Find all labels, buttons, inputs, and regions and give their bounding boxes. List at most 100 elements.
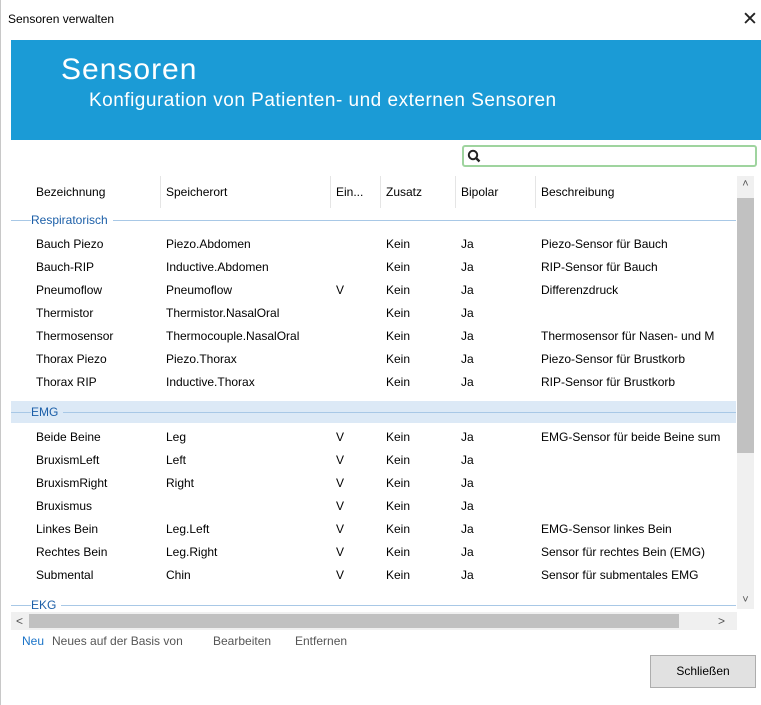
table-row[interactable]: Rechtes Bein Leg.Right V Kein Ja Sensor für r… <box>11 541 736 564</box>
group-label: EMG <box>31 405 64 419</box>
header-col-bipolar[interactable]: Bipolar <box>456 176 536 208</box>
cell-description: EMG-Sensor linkes Bein <box>541 522 672 536</box>
close-button[interactable]: Schließen <box>650 655 756 688</box>
cell-location: Leg.Left <box>166 522 210 536</box>
cell-extra: Kein <box>386 260 411 274</box>
table-row[interactable]: Thermistor Thermistor.NasalOral Kein Ja <box>11 302 736 325</box>
cell-name: Pneumoflow <box>36 283 103 297</box>
vertical-scrollbar[interactable]: ˄ ˅ <box>737 176 754 609</box>
horizontal-scroll-thumb[interactable] <box>29 614 679 628</box>
cell-description: Sensor für rechtes Bein (EMG) <box>541 545 706 559</box>
cell-bipolar: Ja <box>461 283 474 297</box>
cell-bipolar: Ja <box>461 352 474 366</box>
cell-extra: Kein <box>386 352 411 366</box>
group-divider <box>11 605 736 606</box>
sensor-manager-window: Sensoren verwalten ✕ Sensoren Konfigurat… <box>0 0 761 705</box>
cell-bipolar: Ja <box>461 306 474 320</box>
cell-description: Thermosensor für Nasen- und M <box>541 329 715 343</box>
cell-enabled: V <box>336 522 345 536</box>
cell-name: Bauch Piezo <box>36 237 104 251</box>
table-row[interactable]: Bruxismus V Kein Ja <box>11 495 736 518</box>
sensor-list[interactable]: Bezeichnung Speicherort Ein... Zusatz Bipola… <box>11 176 752 629</box>
table-row[interactable]: Thorax RIP Inductive.Thorax Kein Ja RIP-Sens… <box>11 371 736 394</box>
new-based-on-link[interactable]: Neues auf der Basis von <box>52 634 183 648</box>
close-icon[interactable]: ✕ <box>738 8 761 32</box>
cell-description: Piezo-Sensor für Bauch <box>541 237 668 251</box>
cell-location: Left <box>166 453 187 467</box>
banner-title: Sensoren <box>61 53 198 86</box>
cell-description: Differenzdruck <box>541 283 619 297</box>
cell-enabled: V <box>336 476 345 490</box>
cell-description: RIP-Sensor für Brustkorb <box>541 375 676 389</box>
cell-enabled: V <box>336 283 345 297</box>
cell-bipolar: Ja <box>461 237 474 251</box>
cell-name: Bauch-RIP <box>36 260 95 274</box>
cell-location: Pneumoflow <box>166 283 233 297</box>
cell-extra: Kein <box>386 306 411 320</box>
cell-name: BruxismRight <box>36 476 108 490</box>
group-label: EKG <box>31 598 62 612</box>
window-title: Sensoren verwalten <box>8 12 115 26</box>
new-link[interactable]: Neu <box>22 634 44 648</box>
cell-extra: Kein <box>386 237 411 251</box>
cell-extra: Kein <box>386 430 411 444</box>
cell-extra: Kein <box>386 329 411 343</box>
header-col-enabled[interactable]: Ein... <box>331 176 381 208</box>
table-row[interactable]: Linkes Bein Leg.Left V Kein Ja EMG-Sensor lin… <box>11 518 736 541</box>
table-row[interactable]: Pneumoflow Pneumoflow V Kein Ja Differenzdruc… <box>11 279 736 302</box>
table-row[interactable]: Bauch Piezo Piezo.Abdomen Kein Ja Piezo-Sens… <box>11 233 736 256</box>
table-row[interactable]: Thermosensor Thermocouple.NasalOral Kein Ja… <box>11 325 736 348</box>
scroll-up-icon[interactable]: ˄ <box>737 176 754 193</box>
cell-enabled: V <box>336 430 345 444</box>
cell-location: Piezo.Thorax <box>166 352 237 366</box>
cell-extra: Kein <box>386 375 411 389</box>
header-col-extra[interactable]: Zusatz <box>381 176 456 208</box>
group-header[interactable]: Respiratorisch <box>11 209 736 231</box>
table-row[interactable]: Thorax Piezo Piezo.Thorax Kein Ja Piezo-Sens… <box>11 348 736 371</box>
table-row[interactable]: BruxismRight Right V Kein Ja <box>11 472 736 495</box>
cell-extra: Kein <box>386 522 411 536</box>
cell-name: Submental <box>36 568 94 582</box>
cell-description: EMG-Sensor für beide Beine sum <box>541 430 721 444</box>
group-header[interactable]: EMG <box>11 401 736 423</box>
table-row[interactable]: BruxismLeft Left V Kein Ja <box>11 449 736 472</box>
cell-name: Linkes Bein <box>36 522 99 536</box>
vertical-scroll-thumb[interactable] <box>737 198 754 453</box>
banner-subtitle: Konfiguration von Patienten- und externe… <box>89 90 557 111</box>
edit-link[interactable]: Bearbeiten <box>213 634 271 648</box>
cell-name: Beide Beine <box>36 430 101 444</box>
cell-bipolar: Ja <box>461 453 474 467</box>
cell-name: Thorax Piezo <box>36 352 107 366</box>
cell-bipolar: Ja <box>461 545 474 559</box>
table-row[interactable]: Beide Beine Leg V Kein Ja EMG-Sensor für beid… <box>11 426 736 449</box>
group-divider <box>11 412 736 413</box>
group-label: Respiratorisch <box>31 213 113 227</box>
header-col-name[interactable]: Bezeichnung <box>31 176 161 208</box>
scroll-left-icon[interactable]: < <box>11 612 28 630</box>
table-row[interactable]: Bauch-RIP Inductive.Abdomen Kein Ja RIP-Sens… <box>11 256 736 279</box>
search-input[interactable] <box>462 145 757 167</box>
cell-extra: Kein <box>386 545 411 559</box>
remove-link[interactable]: Entfernen <box>295 634 347 648</box>
scroll-right-icon[interactable]: > <box>713 612 730 630</box>
cell-enabled: V <box>336 499 345 513</box>
cell-bipolar: Ja <box>461 430 474 444</box>
title-bar: Sensoren verwalten ✕ <box>1 0 761 40</box>
cell-name: Rechtes Bein <box>36 545 108 559</box>
scroll-down-icon[interactable]: ˅ <box>737 592 754 609</box>
cell-bipolar: Ja <box>461 260 474 274</box>
footer: Neu Neues auf der Basis von Bearbeiten E… <box>11 630 761 705</box>
horizontal-scrollbar[interactable]: < > <box>11 612 737 630</box>
header-col-description[interactable]: Beschreibung <box>536 176 736 208</box>
cell-location: Leg.Right <box>166 545 218 559</box>
header-col-location[interactable]: Speicherort <box>161 176 331 208</box>
cell-bipolar: Ja <box>461 329 474 343</box>
cell-enabled: V <box>336 568 345 582</box>
cell-name: Thermistor <box>36 306 94 320</box>
cell-location: Thermocouple.NasalOral <box>166 329 300 343</box>
table-row[interactable]: Submental Chin V Kein Ja Sensor für submental… <box>11 564 736 587</box>
cell-location: Inductive.Thorax <box>166 375 255 389</box>
cell-enabled: V <box>336 545 345 559</box>
group-divider <box>11 220 736 221</box>
cell-bipolar: Ja <box>461 499 474 513</box>
